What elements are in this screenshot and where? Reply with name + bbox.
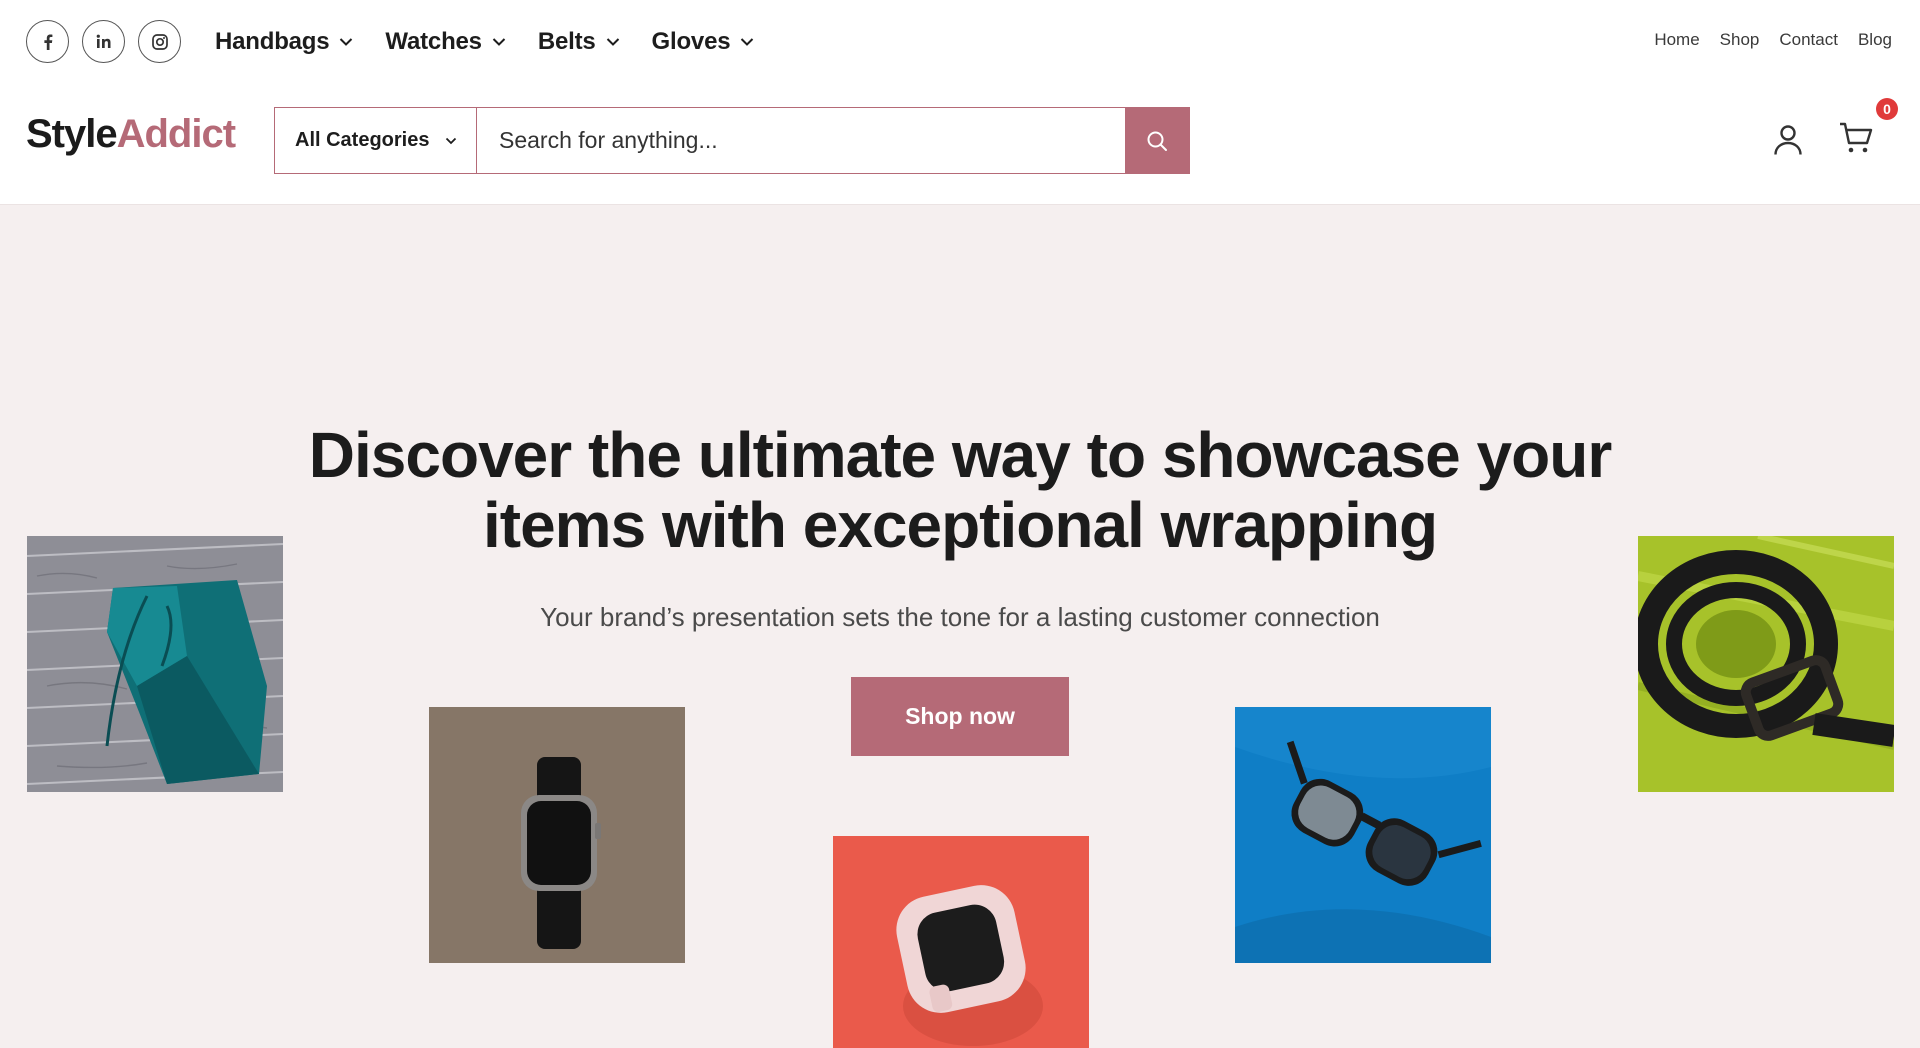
facebook-icon — [43, 34, 52, 50]
chevron-down-icon — [446, 137, 457, 144]
logo-part-2: Addict — [116, 112, 236, 156]
leather-belt-photo[interactable] — [1638, 536, 1894, 792]
chevron-down-icon — [606, 38, 619, 46]
site-logo[interactable]: StyleAddict — [26, 112, 236, 156]
sunglasses-photo[interactable] — [1235, 707, 1491, 963]
nav-gloves[interactable]: Gloves — [652, 28, 755, 56]
facebook-link[interactable] — [26, 20, 69, 63]
nav-item-label: Belts — [537, 28, 596, 55]
top-link-shop[interactable]: Shop — [1720, 30, 1760, 50]
nav-item-label: Gloves — [651, 28, 731, 55]
nav-watches[interactable]: Watches — [385, 28, 506, 56]
smartwatch-photo[interactable] — [429, 707, 685, 963]
top-links: Home Shop Contact Blog — [1654, 30, 1892, 50]
search-icon — [1147, 131, 1167, 151]
top-bar: Handbags Watches Belts Gloves Home Shop … — [0, 0, 1920, 84]
chevron-down-icon — [741, 38, 754, 46]
social-links — [26, 20, 181, 63]
nav-item-label: Handbags — [215, 28, 330, 55]
search-bar: All Categories — [274, 107, 1190, 174]
cart-count-badge: 0 — [1876, 98, 1898, 120]
linkedin-icon — [96, 34, 110, 48]
instagram-link[interactable] — [138, 20, 181, 63]
top-link-contact[interactable]: Contact — [1779, 30, 1838, 50]
hero-title: Discover the ultimate way to showcase yo… — [308, 419, 1612, 561]
shop-now-button[interactable]: Shop now — [851, 677, 1069, 756]
chevron-down-icon — [492, 38, 506, 46]
cart-icon — [1840, 122, 1873, 153]
category-select[interactable]: All Categories — [275, 108, 477, 173]
header: StyleAddict All Categories 0 — [0, 84, 1920, 205]
chevron-down-icon — [340, 38, 353, 46]
category-nav: Handbags Watches Belts Gloves — [215, 22, 754, 62]
top-link-blog[interactable]: Blog — [1858, 30, 1892, 50]
hero-subtitle: Your brand’s presentation sets the tone … — [540, 602, 1380, 632]
instagram-icon — [151, 33, 168, 50]
teal-handbag-photo[interactable] — [27, 536, 283, 792]
nav-belts[interactable]: Belts — [538, 28, 620, 56]
linkedin-link[interactable] — [82, 20, 125, 63]
search-input[interactable] — [477, 108, 1125, 173]
logo-part-1: Style — [26, 112, 118, 156]
search-button[interactable] — [1125, 108, 1189, 173]
nav-handbags[interactable]: Handbags — [215, 28, 353, 56]
top-link-home[interactable]: Home — [1654, 30, 1699, 50]
category-select-label: All Categories — [295, 129, 430, 151]
account-button[interactable] — [1773, 124, 1803, 161]
cart-button[interactable] — [1838, 120, 1874, 161]
nav-item-label: Watches — [385, 28, 482, 55]
watch-case-photo[interactable] — [833, 836, 1089, 1048]
user-icon — [1774, 125, 1802, 155]
